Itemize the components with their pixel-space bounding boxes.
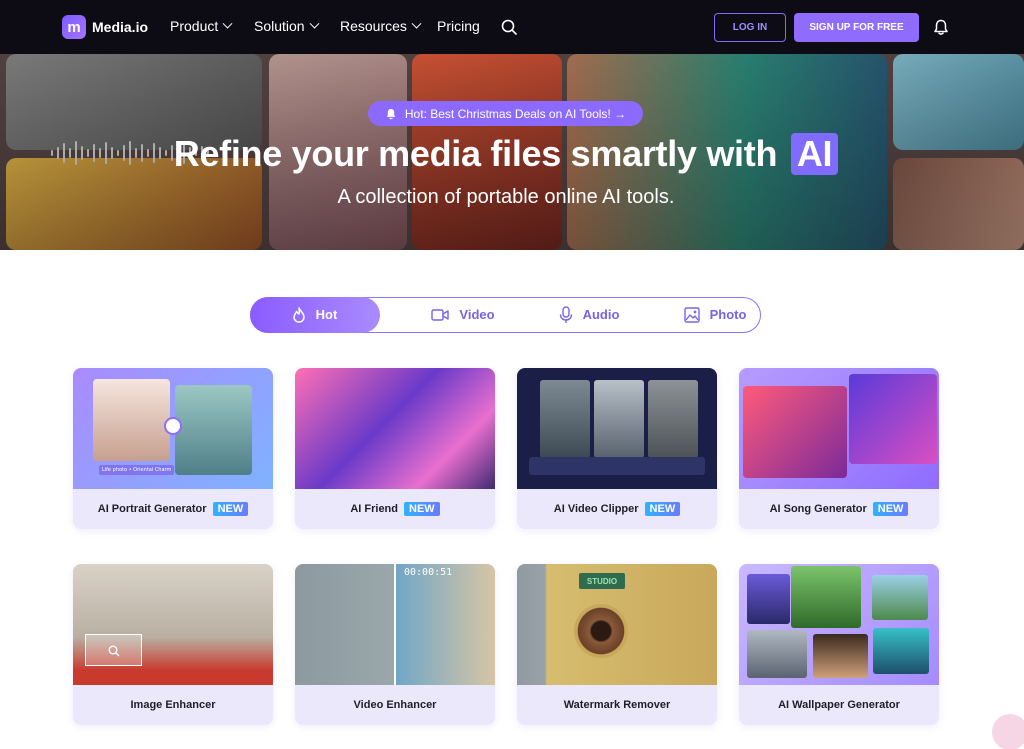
category-tabs: Hot Video Audio Photo [249, 296, 761, 333]
zoom-icon [108, 645, 120, 657]
clip-frame-1 [540, 380, 590, 458]
chevron-down-icon [411, 18, 422, 29]
singer-image-2 [849, 374, 937, 464]
nav-resources-label: Resources [340, 18, 407, 34]
nav-solution[interactable]: Solution [254, 18, 320, 34]
clip-frame-3 [648, 380, 698, 458]
card-label: AI Wallpaper Generator [739, 685, 939, 725]
tab-photo[interactable]: Photo [663, 297, 767, 333]
new-badge: NEW [212, 502, 249, 516]
bell-icon[interactable] [933, 19, 949, 36]
card-title: Image Enhancer [130, 699, 216, 711]
tab-video-label: Video [459, 307, 495, 322]
signup-button[interactable]: SIGN UP FOR FREE [794, 13, 919, 42]
logo-text: Media.io [92, 19, 149, 35]
card-label: Watermark Remover [517, 685, 717, 725]
card-image-enhancer[interactable]: Image Enhancer [73, 564, 273, 725]
wallpaper-thumb-3 [872, 575, 928, 620]
tab-video[interactable]: Video [411, 297, 515, 333]
style-tags: Life photo • Oriental Charm [99, 465, 175, 475]
tab-audio-label: Audio [582, 307, 620, 322]
tag-life-photo: Life photo [102, 467, 128, 473]
card-image [295, 368, 495, 489]
card-image: Life photo • Oriental Charm [73, 368, 273, 489]
new-badge: NEW [644, 502, 681, 516]
tab-hot-label: Hot [315, 307, 338, 322]
card-label: AI Song Generator NEW [739, 489, 939, 529]
portrait-before [93, 379, 170, 461]
ai-badge: AI [790, 133, 839, 175]
wallpaper-thumb-5 [813, 634, 868, 678]
portrait-after [175, 385, 252, 475]
bell-icon [386, 108, 396, 119]
tab-audio[interactable]: Audio [537, 297, 641, 333]
card-label: AI Portrait Generator NEW [73, 489, 273, 529]
card-video-enhancer[interactable]: 00:00:51 Video Enhancer [295, 564, 495, 725]
logo[interactable]: m Media.io [62, 15, 148, 39]
chevron-down-icon [309, 18, 320, 29]
card-title: AI Wallpaper Generator [778, 699, 900, 711]
video-icon [431, 308, 450, 321]
card-image: 00:00:51 [295, 564, 495, 685]
nav-product-label: Product [170, 18, 219, 34]
nav-solution-label: Solution [254, 18, 305, 34]
tab-hot[interactable]: Hot [249, 296, 380, 333]
chevron-down-icon [222, 18, 233, 29]
nav-pricing-label: Pricing [437, 18, 480, 34]
hero-subtitle: A collection of portable online AI tools… [337, 186, 675, 208]
video-timestamp: 00:00:51 [404, 567, 453, 578]
media-io-logo-icon: m [62, 15, 86, 39]
card-ai-portrait-generator[interactable]: Life photo • Oriental Charm AI Portrait … [73, 368, 273, 529]
card-image: STUDIO [517, 564, 717, 685]
wallpaper-thumb-6 [873, 628, 929, 674]
card-ai-friend[interactable]: AI Friend NEW [295, 368, 495, 529]
chat-widget-button[interactable] [990, 712, 1024, 749]
card-title: AI Song Generator [769, 503, 867, 515]
card-title: AI Portrait Generator [97, 503, 207, 515]
microphone-icon [559, 305, 572, 323]
hero-title-text: Refine your media files smartly with [173, 133, 778, 174]
card-ai-wallpaper-generator[interactable]: AI Wallpaper Generator [739, 564, 939, 725]
hero-title: Refine your media files smartly with AI [0, 133, 1012, 175]
card-watermark-remover[interactable]: STUDIO Watermark Remover [517, 564, 717, 725]
card-title: Watermark Remover [563, 699, 671, 711]
card-image [739, 368, 939, 489]
wallpaper-thumb-4 [747, 630, 807, 678]
card-title: AI Video Clipper [553, 503, 639, 515]
swap-icon [164, 417, 182, 435]
card-image [739, 564, 939, 685]
clip-frame-2 [594, 380, 644, 458]
new-badge: NEW [404, 502, 440, 516]
card-label: AI Friend NEW [295, 489, 495, 529]
card-image [73, 564, 273, 685]
promo-banner-link[interactable]: Hot: Best Christmas Deals on AI Tools! → [368, 101, 643, 126]
clip-timeline [529, 457, 705, 475]
nav-product[interactable]: Product [170, 18, 233, 34]
card-title: Video Enhancer [353, 699, 437, 711]
card-label: AI Video Clipper NEW [517, 489, 717, 529]
tab-photo-label: Photo [709, 307, 747, 322]
card-image [517, 368, 717, 489]
card-ai-song-generator[interactable]: AI Song Generator NEW [739, 368, 939, 529]
compare-divider [394, 564, 396, 685]
nav-pricing[interactable]: Pricing [437, 18, 480, 34]
tag-oriental-charm: Oriental Charm [133, 467, 172, 473]
card-label: Image Enhancer [73, 685, 273, 725]
flame-icon [292, 306, 305, 323]
login-button[interactable]: LOG IN [714, 13, 786, 42]
card-label: Video Enhancer [295, 685, 495, 725]
card-ai-video-clipper[interactable]: AI Video Clipper NEW [517, 368, 717, 529]
nav-resources[interactable]: Resources [340, 18, 422, 34]
new-badge: NEW [872, 502, 909, 516]
wallpaper-thumb-2 [791, 566, 861, 628]
card-title: AI Friend [350, 503, 398, 515]
door-knocker [574, 604, 628, 658]
promo-text: Hot: Best Christmas Deals on AI Tools! → [404, 106, 627, 121]
wallpaper-thumb-1 [747, 574, 790, 624]
top-navbar: m Media.io Product Solution Resources Pr… [0, 0, 1024, 54]
search-icon[interactable] [501, 19, 517, 35]
image-icon [683, 306, 700, 323]
singer-image-1 [743, 386, 847, 478]
studio-sign: STUDIO [579, 573, 625, 589]
